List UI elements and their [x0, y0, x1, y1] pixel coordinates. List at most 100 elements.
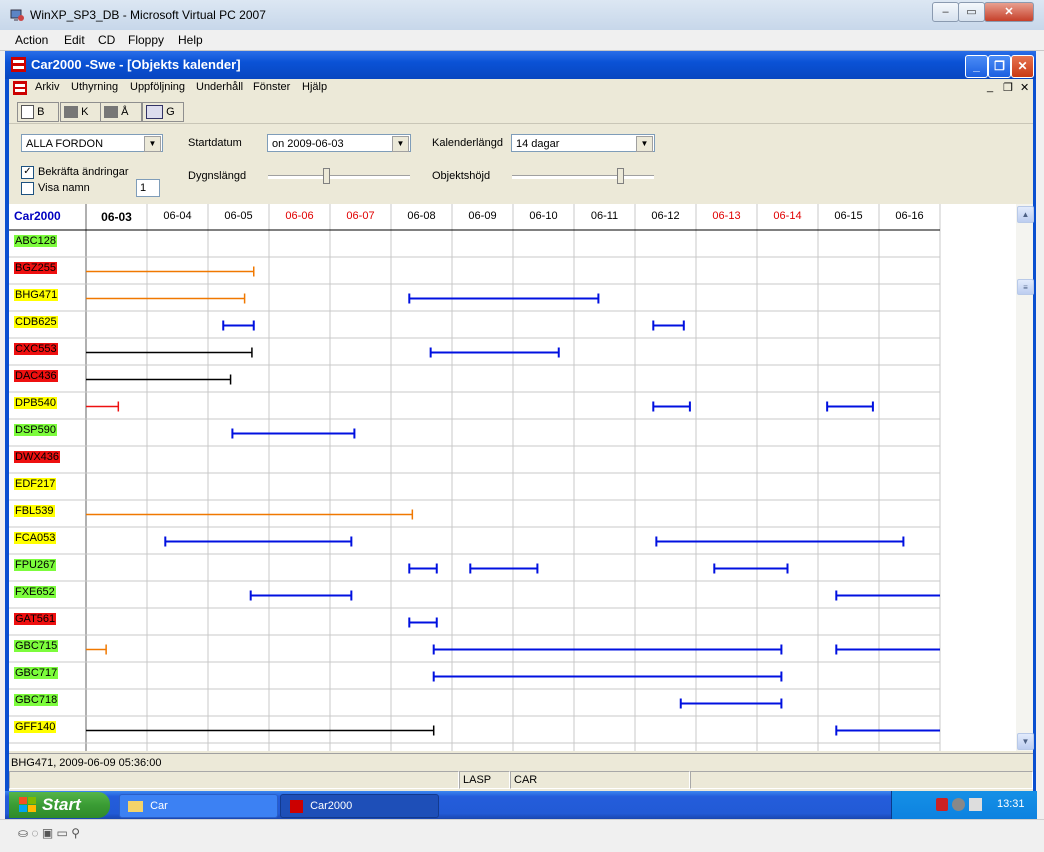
date-header-06-05: 06-05 — [224, 210, 253, 222]
calendar-canvas — [9, 204, 941, 751]
date-header-06-04: 06-04 — [163, 210, 192, 222]
calendar-icon — [146, 105, 163, 120]
toolbar-label-g: G — [166, 106, 175, 118]
vpc-menu-cd[interactable]: CD — [98, 33, 115, 47]
menu-hjalp[interactable]: Hjälp — [302, 81, 327, 93]
shield-icon[interactable] — [936, 798, 948, 811]
app-menubar: Arkiv Uthyrning Uppföljning Underhåll Fö… — [9, 79, 1033, 97]
confirm-changes-checkbox[interactable]: ✓ — [21, 166, 34, 179]
task-car-label: Car — [150, 800, 168, 812]
drive-icons: ⛀ ◌ ▣ ▭ ⚲ — [18, 826, 80, 840]
dygnslangd-slider[interactable] — [268, 175, 410, 179]
status-panel-right — [690, 771, 1033, 789]
clock[interactable]: 13:31 — [997, 798, 1025, 810]
startdatum-value: on 2009-06-03 — [272, 138, 344, 150]
date-header-06-03: 06-03 — [101, 210, 132, 224]
vehicle-group-value: ALLA FORDON — [26, 138, 104, 150]
vehicle-label-GBC717[interactable]: GBC717 — [14, 667, 59, 679]
vehicle-label-ABC128[interactable]: ABC128 — [14, 235, 57, 247]
antivirus-icon[interactable] — [952, 798, 965, 811]
start-label: Start — [42, 795, 81, 814]
startdatum-select[interactable]: on 2009-06-03 ▼ — [267, 134, 411, 152]
date-header-06-09: 06-09 — [468, 210, 497, 222]
vehicle-label-DAC436[interactable]: DAC436 — [14, 370, 58, 382]
toolbar-button-k[interactable]: K — [60, 102, 102, 122]
vpc-menu-edit[interactable]: Edit — [64, 33, 85, 47]
network-icon[interactable] — [969, 798, 982, 811]
menu-arkiv[interactable]: Arkiv — [35, 81, 59, 93]
vpc-restore-button[interactable]: ▭ — [958, 2, 985, 22]
app-titlebar: Car2000 -Swe - [Objekts kalender] — [5, 51, 1036, 79]
vpc-menu-help[interactable]: Help — [178, 33, 203, 47]
vehicle-label-DSP590[interactable]: DSP590 — [14, 424, 57, 436]
menu-fonster[interactable]: Fönster — [253, 81, 290, 93]
vpc-minimize-button[interactable]: – — [932, 2, 959, 22]
objektshojd-slider-thumb[interactable] — [617, 168, 625, 184]
menu-underhall[interactable]: Underhåll — [196, 81, 243, 93]
dygnslangd-slider-thumb[interactable] — [323, 168, 331, 184]
app-title: Car2000 -Swe - [Objekts kalender] — [31, 57, 241, 72]
start-button[interactable]: Start — [9, 792, 110, 818]
toolbar-label-b: B — [37, 106, 45, 118]
vehicle-group-select[interactable]: ALLA FORDON ▼ — [21, 134, 163, 152]
kalenderlangd-select[interactable]: 14 dagar ▼ — [511, 134, 655, 152]
vpc-menu-action[interactable]: Action — [15, 33, 48, 47]
vehicle-label-CDB625[interactable]: CDB625 — [14, 316, 58, 328]
customer-icon — [64, 106, 78, 119]
date-header-06-15: 06-15 — [834, 210, 863, 222]
toolbar-button-a[interactable]: Å — [100, 102, 142, 122]
name-count-input[interactable]: 1 — [136, 179, 160, 197]
vehicle-label-FPU267[interactable]: FPU267 — [14, 559, 57, 571]
vehicle-label-GFF140[interactable]: GFF140 — [14, 721, 57, 733]
status-module: CAR — [510, 771, 690, 789]
objektshojd-slider[interactable] — [512, 175, 654, 179]
toolbar-button-g[interactable]: G — [142, 102, 184, 122]
vehicle-label-BGZ255[interactable]: BGZ255 — [14, 262, 57, 274]
startdatum-label: Startdatum — [188, 137, 242, 149]
folder-icon — [128, 800, 143, 812]
scroll-down-icon[interactable]: ▼ — [1017, 733, 1034, 750]
vpc-menubar: Action Edit CD Floppy Help — [0, 30, 1044, 51]
vehicle-label-EDF217[interactable]: EDF217 — [14, 478, 57, 490]
vehicle-label-BHG471[interactable]: BHG471 — [14, 289, 59, 301]
app-minimize-button[interactable]: _ — [965, 55, 988, 78]
vehicle-label-FCA053[interactable]: FCA053 — [14, 532, 57, 544]
status-selection: BHG471, 2009-06-09 05:36:00 — [11, 757, 162, 769]
kalenderlangd-value: 14 dagar — [516, 138, 560, 150]
vehicle-label-FXE652[interactable]: FXE652 — [14, 586, 56, 598]
vehicle-label-GBC718[interactable]: GBC718 — [14, 694, 59, 706]
scroll-up-icon[interactable]: ▲ — [1017, 206, 1034, 223]
vehicle-label-DWX436[interactable]: DWX436 — [14, 451, 61, 463]
app-restore-button[interactable]: ❐ — [988, 55, 1011, 78]
menu-uppfoljning[interactable]: Uppföljning — [130, 81, 185, 93]
vehicle-label-GAT561[interactable]: GAT561 — [14, 613, 57, 625]
task-car[interactable]: Car — [119, 794, 278, 818]
vehicle-label-GBC715[interactable]: GBC715 — [14, 640, 59, 652]
kalenderlangd-label: Kalenderlängd — [432, 137, 503, 149]
vehicle-label-DPB540[interactable]: DPB540 — [14, 397, 57, 409]
toolbar-button-b[interactable]: B — [17, 102, 59, 122]
menu-uthyrning[interactable]: Uthyrning — [71, 81, 118, 93]
chevron-down-icon: ▼ — [144, 136, 161, 152]
date-header-06-07: 06-07 — [346, 210, 375, 222]
task-car2000[interactable]: Car2000 — [280, 794, 439, 818]
date-header-06-14: 06-14 — [773, 210, 802, 222]
status-panel-empty — [9, 771, 459, 789]
show-name-checkbox[interactable] — [21, 182, 34, 195]
date-header-06-13: 06-13 — [712, 210, 741, 222]
vpc-close-button[interactable]: ✕ — [984, 2, 1034, 22]
vpc-statusbar: ⛀ ◌ ▣ ▭ ⚲ — [0, 819, 1044, 852]
car2000-icon — [11, 57, 26, 72]
mdi-restore-button[interactable]: ❐ — [1003, 81, 1013, 94]
calendar-grid[interactable] — [9, 204, 1016, 751]
vpc-menu-floppy[interactable]: Floppy — [128, 33, 164, 47]
vehicle-label-CXC553[interactable]: CXC553 — [14, 343, 58, 355]
vehicle-label-FBL539[interactable]: FBL539 — [14, 505, 55, 517]
scroll-thumb[interactable]: ≡ — [1017, 279, 1034, 295]
document-icon — [21, 105, 34, 120]
mdi-minimize-button[interactable]: _ — [987, 81, 993, 93]
vertical-scrollbar[interactable]: ▲ ≡ ▼ — [1016, 204, 1034, 751]
car2000-doc-icon[interactable] — [13, 81, 27, 95]
app-close-button[interactable]: ✕ — [1011, 55, 1034, 78]
mdi-close-button[interactable]: ✕ — [1020, 81, 1029, 94]
